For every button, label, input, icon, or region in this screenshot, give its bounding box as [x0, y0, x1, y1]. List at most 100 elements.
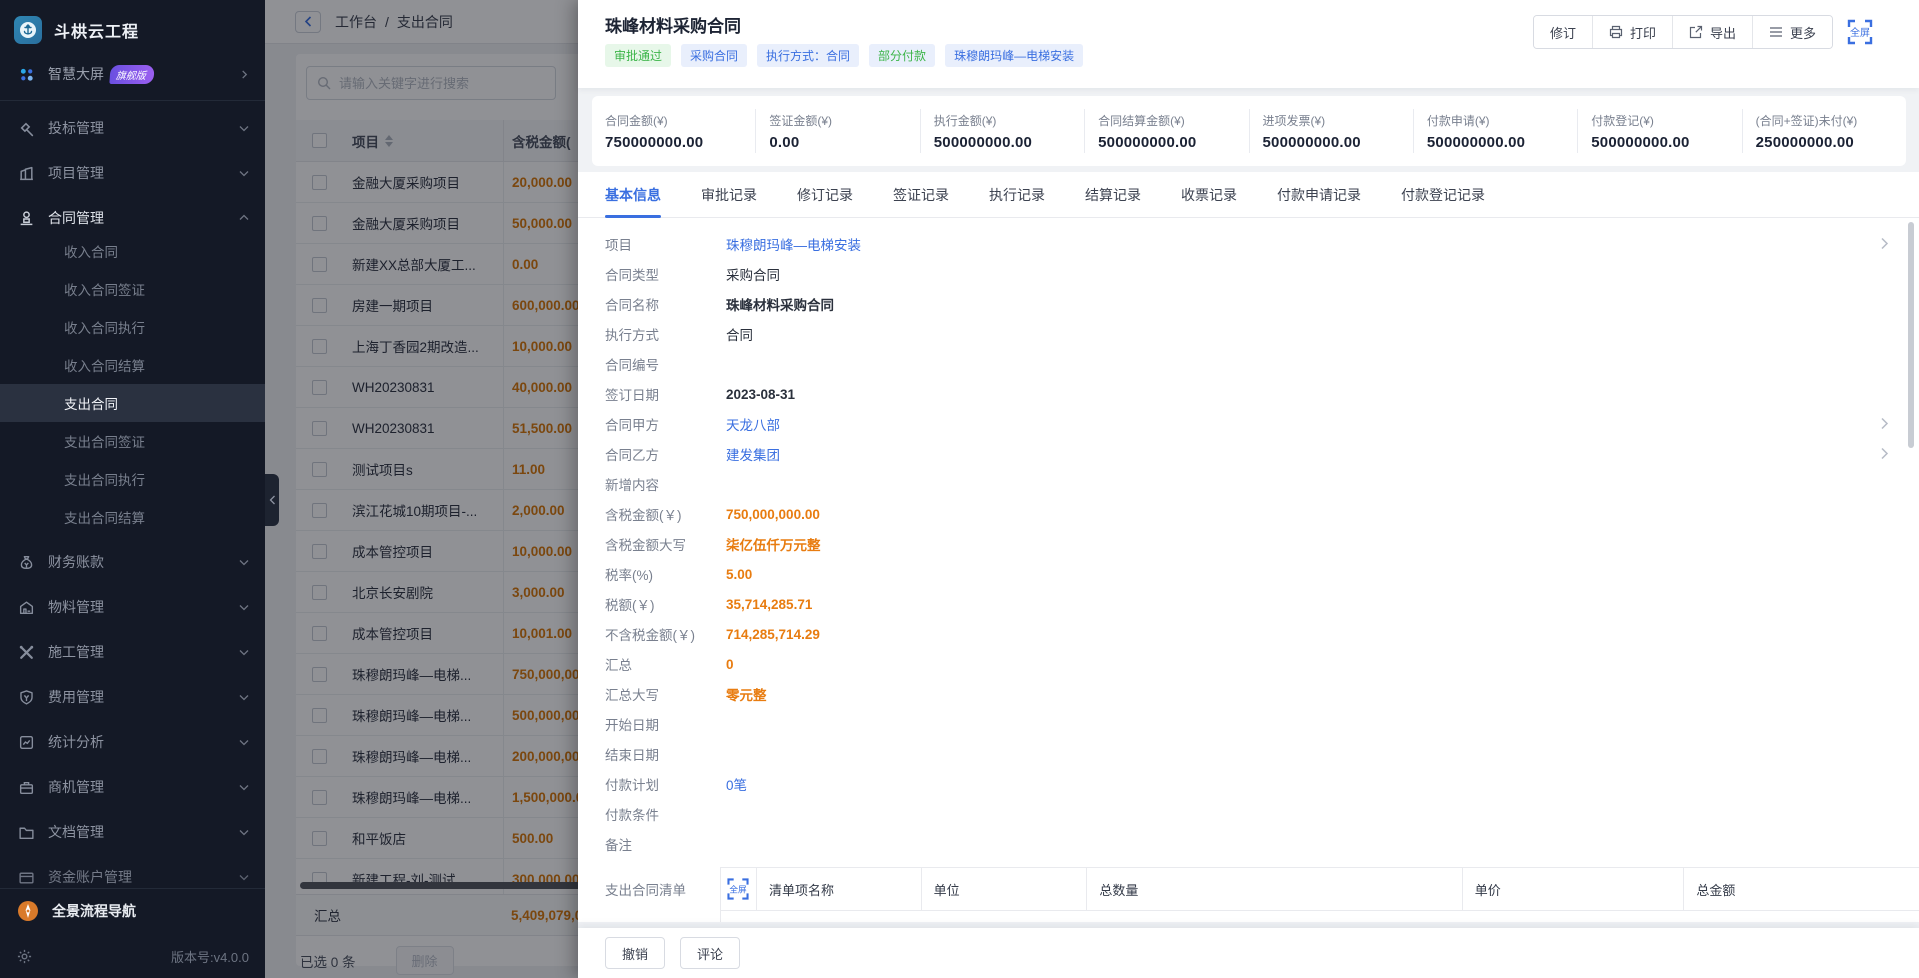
print-button[interactable]: 打印	[1592, 16, 1672, 48]
sidebar-subitem-label: 支出合同签证	[64, 431, 145, 451]
bank-card-icon	[18, 869, 35, 886]
chevron-right-icon[interactable]	[1880, 417, 1889, 435]
field-label: 开始日期	[605, 714, 726, 734]
field-label: 合同编号	[605, 354, 726, 374]
sidebar-item-smart-screen[interactable]: 智慧大屏 旗舰版	[0, 52, 265, 96]
sidebar-subitem-label: 支出合同结算	[64, 507, 145, 527]
gavel-icon	[18, 120, 35, 137]
field-row-tax-incl-caps: 含税金额大写 柒亿伍仟万元整	[578, 529, 1919, 559]
revoke-button[interactable]: 撤销	[605, 937, 665, 969]
drawer-title: 珠峰材料采购合同	[605, 12, 741, 37]
sidebar-item-income-exec[interactable]: 收入合同执行	[0, 308, 265, 346]
sidebar-item-business[interactable]: 商机管理	[0, 765, 265, 809]
tools-icon	[18, 644, 35, 661]
field-row-tax-rate: 税率(%) 5.00	[578, 559, 1919, 589]
drawer-tab[interactable]: 执行记录	[989, 172, 1045, 218]
drawer-tab[interactable]: 收票记录	[1181, 172, 1237, 218]
chevron-down-icon	[239, 602, 249, 612]
contract-detail-drawer: 珠峰材料采购合同 审批通过采购合同执行方式：合同部分付款珠穆朗玛峰—电梯安装 修…	[578, 0, 1919, 978]
summary-item: 付款登记(¥) 500000000.00	[1577, 109, 1741, 153]
chevron-down-icon	[239, 123, 249, 133]
app-logo-icon	[14, 16, 42, 44]
fullscreen-button[interactable]: 全屏	[1845, 17, 1875, 47]
sidebar-item-income-visa[interactable]: 收入合同签证	[0, 270, 265, 308]
field-value: 合同	[726, 324, 753, 344]
sidebar-item-expense-visa[interactable]: 支出合同签证	[0, 422, 265, 460]
project-link[interactable]: 珠穆朗玛峰—电梯安装	[726, 234, 861, 254]
sidebar-item-panorama-nav[interactable]: 全景流程导航	[0, 888, 265, 932]
sidebar-item-label: 资金账户管理	[48, 867, 132, 887]
sidebar-item-expense[interactable]: 费用管理	[0, 675, 265, 719]
chevron-right-icon[interactable]	[1880, 447, 1889, 465]
sidebar-collapse-handle[interactable]	[265, 474, 279, 526]
sidebar-item-expense-settle[interactable]: 支出合同结算	[0, 498, 265, 536]
chevron-right-icon[interactable]	[1880, 237, 1889, 255]
more-button[interactable]: 更多	[1752, 16, 1832, 48]
summary-item-label: (合同+签证)未付(¥)	[1756, 112, 1906, 129]
briefcase-icon	[18, 779, 35, 796]
drawer-tab[interactable]: 审批记录	[701, 172, 757, 218]
field-label: 汇总大写	[605, 684, 726, 704]
field-row-sign-date: 签订日期 2023-08-31	[578, 379, 1919, 409]
sidebar-item-expense-exec[interactable]: 支出合同执行	[0, 460, 265, 498]
summary-item-value: 500000000.00	[1427, 134, 1577, 151]
sidebar-subitem-label: 收入合同签证	[64, 279, 145, 299]
warehouse-icon	[18, 599, 35, 616]
smart-screen-icon	[18, 66, 35, 83]
app-title: 斗栱云工程	[54, 18, 139, 42]
column-total-qty: 总数量	[1087, 868, 1462, 910]
field-row-pay-plan: 付款计划 0笔	[578, 769, 1919, 799]
sidebar-divider	[0, 100, 265, 101]
drawer-tab[interactable]: 修订记录	[797, 172, 853, 218]
stamp-icon	[18, 210, 35, 227]
field-label: 执行方式	[605, 324, 726, 344]
tag-list: 审批通过采购合同执行方式：合同部分付款珠穆朗玛峰—电梯安装	[605, 44, 1083, 67]
table-fullscreen-button[interactable]: 全屏	[721, 868, 757, 910]
field-value: 750,000,000.00	[726, 507, 820, 522]
summary-item-value: 250000000.00	[1756, 134, 1906, 151]
revise-button[interactable]: 修订	[1534, 16, 1592, 48]
printer-icon	[1609, 25, 1623, 39]
gear-icon[interactable]	[16, 948, 33, 965]
field-row-contract-name: 合同名称 珠峰材料采购合同	[578, 289, 1919, 319]
fullscreen-icon: 全屏	[725, 876, 751, 902]
sidebar-item-doc[interactable]: 文档管理	[0, 810, 265, 854]
drawer-tab[interactable]: 基本信息	[605, 172, 661, 218]
party-a-link[interactable]: 天龙八部	[726, 414, 780, 434]
export-button[interactable]: 导出	[1672, 16, 1752, 48]
summary-item-value: 500000000.00	[934, 134, 1084, 151]
sidebar-item-bid[interactable]: 投标管理	[0, 106, 265, 150]
compass-icon	[16, 899, 40, 923]
chevron-down-icon	[239, 827, 249, 837]
panorama-nav-label: 全景流程导航	[52, 901, 136, 921]
building-icon	[18, 165, 35, 182]
field-row-exec-mode: 执行方式 合同	[578, 319, 1919, 349]
sidebar-item-finance[interactable]: 财务账款	[0, 540, 265, 584]
drawer-tab[interactable]: 付款申请记录	[1277, 172, 1361, 218]
drawer-tab[interactable]: 结算记录	[1085, 172, 1141, 218]
sidebar-item-project[interactable]: 项目管理	[0, 151, 265, 195]
sidebar-item-label: 施工管理	[48, 642, 104, 662]
sidebar-item-income-contract[interactable]: 收入合同	[0, 232, 265, 270]
folder-icon	[18, 824, 35, 841]
pay-plan-link[interactable]: 0笔	[726, 774, 747, 794]
sidebar-item-stats[interactable]: 统计分析	[0, 720, 265, 764]
drawer-tab[interactable]: 付款登记记录	[1401, 172, 1485, 218]
field-row-pay-condition: 付款条件	[578, 799, 1919, 829]
sidebar-item-label: 商机管理	[48, 777, 104, 797]
sidebar-item-construction[interactable]: 施工管理	[0, 630, 265, 674]
field-row-tax-excl-amount: 不含税金额(￥) 714,285,714.29	[578, 619, 1919, 649]
chevron-up-icon	[239, 213, 249, 223]
summary-item-value: 500000000.00	[1263, 134, 1413, 151]
sidebar-item-expense-contract[interactable]: 支出合同	[0, 384, 265, 422]
sidebar-item-income-settle[interactable]: 收入合同结算	[0, 346, 265, 384]
drawer-scrollbar[interactable]	[1908, 222, 1914, 448]
sidebar-item-label: 费用管理	[48, 687, 104, 707]
drawer-tab[interactable]: 签证记录	[893, 172, 949, 218]
comment-button[interactable]: 评论	[680, 937, 740, 969]
party-b-link[interactable]: 建发集团	[726, 444, 780, 464]
field-value: 714,285,714.29	[726, 627, 820, 642]
sidebar-item-material[interactable]: 物料管理	[0, 585, 265, 629]
field-label: 不含税金额(￥)	[605, 624, 726, 644]
field-row-new-content: 新增内容	[578, 469, 1919, 499]
